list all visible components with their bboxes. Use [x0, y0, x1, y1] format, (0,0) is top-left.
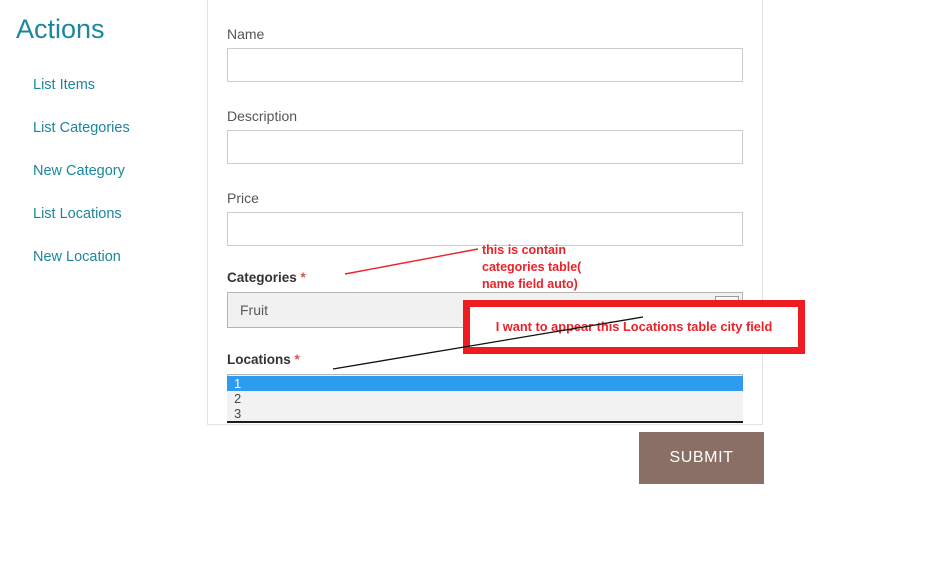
submit-button[interactable]: SUBMIT [639, 432, 764, 484]
sidebar-item-new-location[interactable]: New Location [33, 250, 203, 265]
sidebar-item-list-items[interactable]: List Items [33, 78, 203, 93]
categories-required-star: * [300, 270, 306, 285]
list-item[interactable]: 3 [227, 406, 743, 421]
field-group-description: Description [227, 82, 743, 164]
categories-label-text: Categories [227, 270, 297, 285]
locations-required-star: * [294, 352, 300, 367]
price-input[interactable] [227, 212, 743, 246]
sidebar-nav: List Items List Categories New Category … [33, 78, 203, 293]
locations-option-list[interactable]: 1 2 3 [227, 376, 743, 423]
categories-annotation-line1: this is contain [482, 243, 567, 257]
list-item[interactable]: 2 [227, 391, 743, 406]
field-group-name: Name [227, 0, 743, 82]
name-input[interactable] [227, 48, 743, 82]
name-label: Name [227, 26, 265, 42]
locations-label-text: Locations [227, 352, 291, 367]
categories-annotation-note: this is contain categories table( name f… [482, 242, 581, 293]
locations-annotation-box: I want to appear this Locations table ci… [463, 300, 805, 354]
sidebar-item-new-category[interactable]: New Category [33, 164, 203, 179]
description-input[interactable] [227, 130, 743, 164]
sidebar-item-list-locations[interactable]: List Locations [33, 207, 203, 222]
sidebar-item-list-categories[interactable]: List Categories [33, 121, 203, 136]
sidebar: Actions List Items List Categories New C… [0, 0, 207, 564]
list-item[interactable]: 1 [227, 376, 743, 391]
field-group-price: Price [227, 164, 743, 246]
categories-annotation-line3: name field auto) [482, 277, 578, 291]
categories-annotation-line2: categories table( [482, 260, 582, 274]
price-label: Price [227, 190, 259, 206]
categories-selected-value: Fruit [240, 302, 268, 318]
locations-label: Locations * [227, 352, 743, 374]
locations-annotation-note: I want to appear this Locations table ci… [495, 319, 773, 334]
sidebar-title: Actions [16, 14, 105, 44]
description-label: Description [227, 108, 298, 124]
